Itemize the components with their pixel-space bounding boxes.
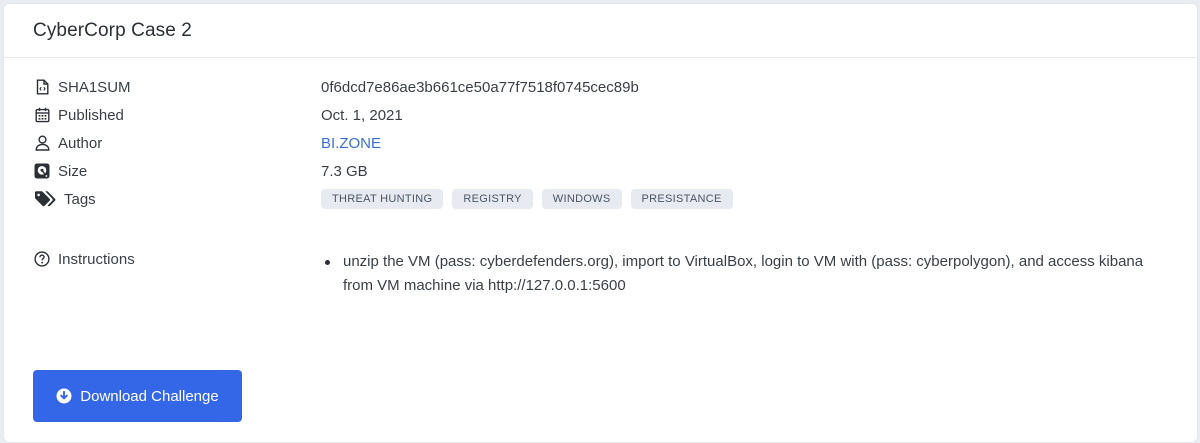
question-circle-icon xyxy=(34,251,50,267)
size-value: 7.3 GB xyxy=(321,162,368,180)
published-value: Oct. 1, 2021 xyxy=(321,106,403,124)
challenge-card: CyberCorp Case 2 SHA1SUM 0f6dcd7e86ae3b6… xyxy=(3,3,1198,443)
calendar-icon xyxy=(34,107,50,123)
meta-row-instructions: Instructions unzip the VM (pass: cyberde… xyxy=(34,248,1184,298)
tag-threat-hunting[interactable]: THREAT HUNTING xyxy=(321,189,444,209)
published-label: Published xyxy=(58,106,124,124)
sha1-label: SHA1SUM xyxy=(58,78,131,96)
meta-row-author: Author BI.ZONE xyxy=(34,131,1184,155)
instruction-item: unzip the VM (pass: cyberdefenders.org),… xyxy=(321,250,1151,298)
hard-drive-icon xyxy=(34,163,50,179)
tag-windows[interactable]: WINDOWS xyxy=(541,189,622,209)
tags-icon xyxy=(34,191,56,207)
meta-row-published: Published Oct. 1, 2021 xyxy=(34,103,1184,127)
tag-presistance[interactable]: PRESISTANCE xyxy=(630,189,733,209)
author-label: Author xyxy=(58,134,103,152)
download-challenge-button[interactable]: Download Challenge xyxy=(33,370,242,422)
card-header: CyberCorp Case 2 xyxy=(4,4,1197,58)
author-link[interactable]: BI.ZONE xyxy=(321,135,381,152)
download-circle-icon xyxy=(56,388,72,404)
meta-row-sha1: SHA1SUM 0f6dcd7e86ae3b661ce50a77f7518f07… xyxy=(34,75,1184,99)
size-label: Size xyxy=(58,162,88,180)
user-icon xyxy=(34,135,50,151)
meta-row-tags: Tags THREAT HUNTING REGISTRY WINDOWS PRE… xyxy=(34,187,1184,211)
challenge-title: CyberCorp Case 2 xyxy=(33,19,192,41)
instructions-list: unzip the VM (pass: cyberdefenders.org),… xyxy=(321,248,1151,298)
meta-row-size: Size 7.3 GB xyxy=(34,159,1184,183)
tag-registry[interactable]: REGISTRY xyxy=(452,189,533,209)
sha1-value: 0f6dcd7e86ae3b661ce50a77f7518f0745cec89b xyxy=(321,78,639,96)
tags-label: Tags xyxy=(64,190,96,208)
tag-list: THREAT HUNTING REGISTRY WINDOWS PRESISTA… xyxy=(321,189,733,209)
download-button-label: Download Challenge xyxy=(80,387,219,405)
instructions-label: Instructions xyxy=(58,250,135,268)
file-code-icon xyxy=(34,79,50,95)
